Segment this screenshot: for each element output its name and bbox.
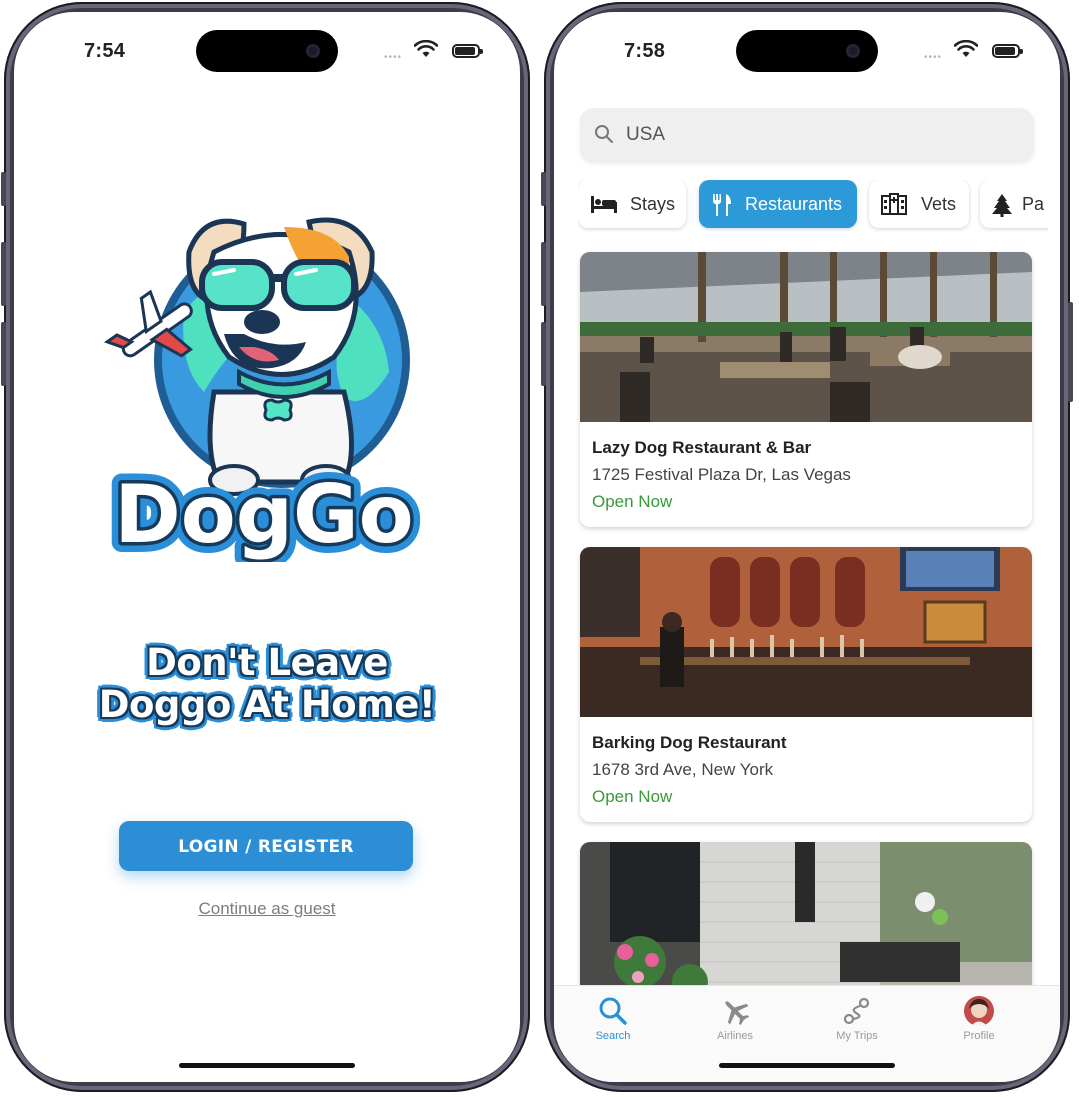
- restaurant-photo: [580, 252, 1032, 422]
- dog-mascot-illustration: DogGo DogGo: [103, 217, 424, 571]
- home-indicator[interactable]: [719, 1063, 895, 1068]
- phone-frame-right: 7:58 •••• USA Stays Restaurants Vets Pa …: [541, 2, 1073, 1092]
- open-status: Open Now: [592, 492, 673, 511]
- volume-up-button: [1, 242, 6, 306]
- status-bar: 7:54 ••••: [14, 12, 520, 82]
- logo-wordmark: DogGo: [114, 468, 413, 561]
- chip-restaurants[interactable]: Restaurants: [699, 180, 857, 228]
- tab-my-trips-label: My Trips: [836, 1030, 878, 1042]
- fork-knife-icon: [713, 194, 731, 216]
- tab-search-label: Search: [595, 1030, 631, 1042]
- home-indicator[interactable]: [179, 1063, 355, 1068]
- tab-search[interactable]: Search: [568, 994, 658, 1042]
- chip-vets-label: Vets: [921, 194, 957, 214]
- restaurant-address: 1725 Festival Plaza Dr, Las Vegas: [592, 465, 851, 484]
- phone-frame-left: 7:54 •••• DogGo DogGo Don't Leave Doggo …: [1, 2, 530, 1092]
- hospital-icon: [881, 193, 907, 215]
- signal-icon: ••••: [923, 52, 942, 63]
- volume-down-button: [541, 322, 546, 386]
- restaurant-photo: [580, 842, 1032, 1002]
- tagline-line-2: Doggo At Home!: [98, 683, 436, 726]
- search-icon: [599, 997, 627, 1025]
- tab-airlines[interactable]: Airlines: [690, 994, 780, 1042]
- tab-my-trips[interactable]: My Trips: [812, 994, 902, 1042]
- chip-stays-label: Stays: [630, 194, 676, 214]
- action-button: [1, 172, 6, 206]
- route-icon: [843, 997, 870, 1025]
- battery-icon: [452, 44, 483, 58]
- power-button: [1068, 302, 1073, 402]
- tagline-line-1: Don't Leave: [146, 641, 388, 684]
- category-chips: Stays Restaurants Vets Pa: [578, 180, 1048, 232]
- chip-restaurants-label: Restaurants: [745, 194, 843, 214]
- search-value: USA: [626, 124, 666, 145]
- status-time: 7:58: [624, 40, 666, 62]
- tree-icon: [992, 194, 1012, 217]
- chip-vets[interactable]: Vets: [869, 180, 969, 228]
- status-time: 7:54: [84, 40, 126, 62]
- login-screen: 7:54 •••• DogGo DogGo Don't Leave Doggo …: [14, 12, 520, 1082]
- wifi-icon: [414, 40, 438, 57]
- restaurant-address: 1678 3rd Ave, New York: [592, 760, 774, 779]
- restaurant-photo: [580, 547, 1032, 717]
- chip-parks-label: Pa: [1022, 194, 1045, 214]
- dynamic-island: [736, 30, 878, 72]
- tab-profile[interactable]: Profile: [934, 994, 1024, 1042]
- volume-up-button: [541, 242, 546, 306]
- restaurant-name: Lazy Dog Restaurant & Bar: [592, 438, 812, 457]
- open-status: Open Now: [592, 787, 673, 806]
- volume-down-button: [1, 322, 6, 386]
- chip-parks[interactable]: Pa: [980, 180, 1048, 228]
- restaurant-card[interactable]: Barking Dog Restaurant 1678 3rd Ave, New…: [580, 547, 1032, 822]
- restaurant-card[interactable]: [580, 842, 1032, 1002]
- avatar-icon: [964, 996, 994, 1026]
- battery-icon: [992, 44, 1023, 58]
- search-icon: [595, 125, 613, 143]
- search-screen: 7:58 •••• USA Stays Restaurants Vets Pa …: [554, 12, 1060, 1082]
- dynamic-island: [196, 30, 338, 72]
- continue-as-guest-link[interactable]: Continue as guest: [14, 899, 520, 919]
- chip-stays[interactable]: Stays: [578, 180, 686, 228]
- bed-icon: [591, 196, 617, 213]
- tab-profile-label: Profile: [963, 1030, 995, 1042]
- restaurant-name: Barking Dog Restaurant: [592, 733, 787, 752]
- action-button: [541, 172, 546, 206]
- signal-icon: ••••: [383, 52, 402, 63]
- wifi-icon: [954, 40, 978, 57]
- restaurant-card[interactable]: Lazy Dog Restaurant & Bar 1725 Festival …: [580, 252, 1032, 527]
- tagline: Don't Leave Doggo At Home!: [14, 642, 520, 726]
- search-input[interactable]: USA: [580, 108, 1034, 162]
- login-register-button[interactable]: LOGIN / REGISTER: [119, 821, 413, 871]
- doggo-logo: DogGo DogGo: [94, 182, 434, 571]
- tab-airlines-label: Airlines: [716, 1030, 754, 1042]
- airplane-icon: [725, 1001, 750, 1026]
- status-bar: 7:58 ••••: [554, 12, 1060, 82]
